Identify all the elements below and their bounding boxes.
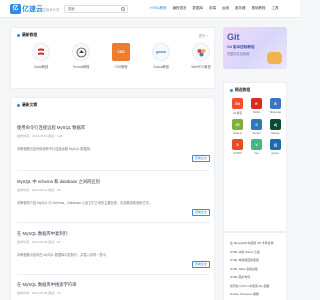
recommend-item-webrtc[interactable]: WebRTC教程: [181, 43, 221, 69]
redis-icon: R: [251, 98, 262, 109]
divider: [17, 170, 210, 171]
articles-title: 最新文章: [17, 103, 37, 108]
recommend-panel: 最新教程 更多 > Scala教程 Tomcat教程 CSS CSS教程 gua…: [10, 27, 250, 89]
search-icon[interactable]: [121, 7, 125, 11]
tool-bootstrap[interactable]: B Bootstrap: [266, 98, 285, 115]
nav-item-html[interactable]: HTML教程: [150, 6, 167, 11]
tool-redis[interactable]: R Redis: [247, 98, 266, 115]
webrtc-icon: [192, 43, 210, 61]
search-box: [64, 5, 128, 13]
list-item[interactable]: 如何在 Python 中使用 Zip 函数: [230, 284, 285, 288]
git-banner[interactable]: Git Git 版本控制教程 完整的实战指南: [223, 27, 287, 69]
divider: [17, 222, 210, 223]
banner-subtitle: 完整的实战指南: [227, 52, 250, 56]
scala-icon: [32, 43, 50, 61]
css-icon: CSS: [112, 43, 130, 61]
recommend-title: 最新教程: [17, 33, 37, 38]
tomcat-icon: [72, 43, 90, 61]
list-item[interactable]: HTML 图片布局: [230, 275, 285, 279]
servlet-icon: S: [251, 119, 262, 130]
article-meta: 发布时间：2024-05-10 阅读：128: [17, 134, 63, 138]
article-title[interactable]: MySQL 中 schema 和 database 之间的区别: [17, 179, 210, 185]
title-dot-icon: [17, 34, 20, 37]
jquery-icon: jQ: [270, 139, 281, 150]
divider: [17, 274, 210, 275]
list-item[interactable]: HTML Table 表格边框: [230, 267, 285, 271]
nav-item-basics[interactable]: 基础教程: [252, 6, 266, 11]
nav-item-tools[interactable]: 工具: [272, 6, 279, 11]
article-item: 在 MySQL 数据库中搜索字符串 发布时间：2024-05-09 阅读：75: [17, 282, 210, 295]
title-dot-icon: [17, 104, 20, 107]
main-nav: HTML教程 编程语言 数据库 前端 运维 服务器 基础教程 工具: [150, 6, 285, 11]
nav-item-database[interactable]: 数据库: [193, 6, 204, 11]
read-more-button[interactable]: 查看全文: [192, 261, 210, 268]
nav-item-frontend[interactable]: 前端: [209, 6, 216, 11]
article-item: MySQL 中 schema 和 database 之间的区别 发布时间：202…: [17, 179, 210, 216]
article-title[interactable]: 使用命令行连接远程 MySQL 数据库: [17, 125, 210, 131]
article-desc: 本教程展示如何在 MySQL 数据库中复制行，并插入到同一表中。: [17, 253, 109, 257]
read-more-button[interactable]: 查看全文: [192, 155, 210, 162]
article-title[interactable]: 在 MySQL 数据库中搜索字符串: [17, 282, 210, 288]
tool-django[interactable]: dj Django: [266, 119, 285, 135]
nav-item-languages[interactable]: 编程语言: [173, 6, 187, 11]
recommend-item-css[interactable]: CSS CSS教程: [101, 43, 141, 69]
git-icon: Git: [232, 98, 243, 109]
bootstrap-icon: B: [270, 98, 281, 109]
list-item[interactable]: 在 MongoDB 中使用 OR 条件查询: [230, 241, 285, 245]
tool-nodejs[interactable]: JS Node.js: [228, 119, 247, 135]
vue-icon: V: [251, 139, 262, 150]
guava-icon: guava: [152, 43, 170, 61]
tool-git[interactable]: Git Git 教程: [228, 98, 247, 115]
tool-html5[interactable]: 5 HTML5: [228, 139, 247, 155]
articles-panel: 最新文章 使用命令行连接远程 MySQL 数据库 发布时间：2024-05-10…: [10, 97, 215, 300]
django-icon: dj: [270, 119, 281, 130]
tools-title: 精选教程: [230, 88, 250, 93]
tool-servlet[interactable]: S Servlet: [247, 119, 266, 135]
tools-panel: 精选教程 Git Git 教程 R Redis B Bootstrap JS Node.…: [223, 82, 287, 232]
read-more-button[interactable]: 查看全文: [192, 209, 210, 216]
recommend-item-scala[interactable]: Scala教程: [21, 43, 61, 69]
logo-icon: 亿: [10, 4, 21, 14]
nav-item-server[interactable]: 服务器: [235, 6, 246, 11]
tool-jquery[interactable]: jQ jQuery: [266, 139, 285, 155]
nodejs-icon: JS: [232, 119, 243, 130]
article-meta: 发布时间：2024-05-09 阅读：87: [17, 240, 61, 244]
list-item[interactable]: HTML 单选按钮的使用: [230, 258, 285, 262]
article-meta: 发布时间：2024-05-09 阅读：75: [17, 291, 61, 295]
article-item: 在 MySQL 数据库中复制行 发布时间：2024-05-09 阅读：87 本教…: [17, 231, 210, 268]
list-item[interactable]: HTML 中的 iframe 元素: [230, 250, 285, 254]
search-input[interactable]: [65, 6, 119, 12]
recommend-item-guava[interactable]: guava Guava教程: [141, 43, 181, 69]
list-item[interactable]: Docker Compose 教程: [230, 292, 285, 296]
article-desc: 本教程展示如何使用命令行连接远程 MySQL 数据库。: [17, 147, 94, 151]
article-meta: 发布时间：2024-05-10 阅读：96: [17, 188, 61, 192]
recommend-more-link[interactable]: 更多 >: [199, 33, 208, 38]
site-slogan: 专注技术分享: [39, 8, 60, 12]
banner-illustration-icon: [267, 52, 282, 64]
article-item: 使用命令行连接远程 MySQL 数据库 发布时间：2024-05-10 阅读：1…: [17, 125, 210, 162]
tool-vue[interactable]: V Vue: [247, 139, 266, 155]
top-header: 亿 亿速云 专注技术分享 HTML教程 编程语言 数据库 前端 运维 服务器 基…: [0, 0, 300, 18]
article-desc: 本教程将介绍 MySQL 中 Schema、Database 以及它们之间的主要…: [17, 201, 153, 205]
nav-item-ops[interactable]: 运维: [222, 6, 229, 11]
banner-title: Git 版本控制教程: [227, 45, 255, 49]
article-title[interactable]: 在 MySQL 数据库中复制行: [17, 231, 210, 237]
hot-list: 在 MongoDB 中使用 OR 条件查询 HTML 中的 iframe 元素 …: [230, 241, 285, 300]
tools-grid: Git Git 教程 R Redis B Bootstrap JS Node.js SS…: [228, 98, 285, 155]
hot-articles-panel: 在 MongoDB 中使用 OR 条件查询 HTML 中的 iframe 元素 …: [223, 232, 287, 300]
banner-git-text: Git: [227, 32, 240, 42]
html5-icon: 5: [232, 139, 243, 150]
title-dot-icon: [230, 89, 233, 92]
recommend-item-tomcat[interactable]: Tomcat教程: [61, 43, 101, 69]
